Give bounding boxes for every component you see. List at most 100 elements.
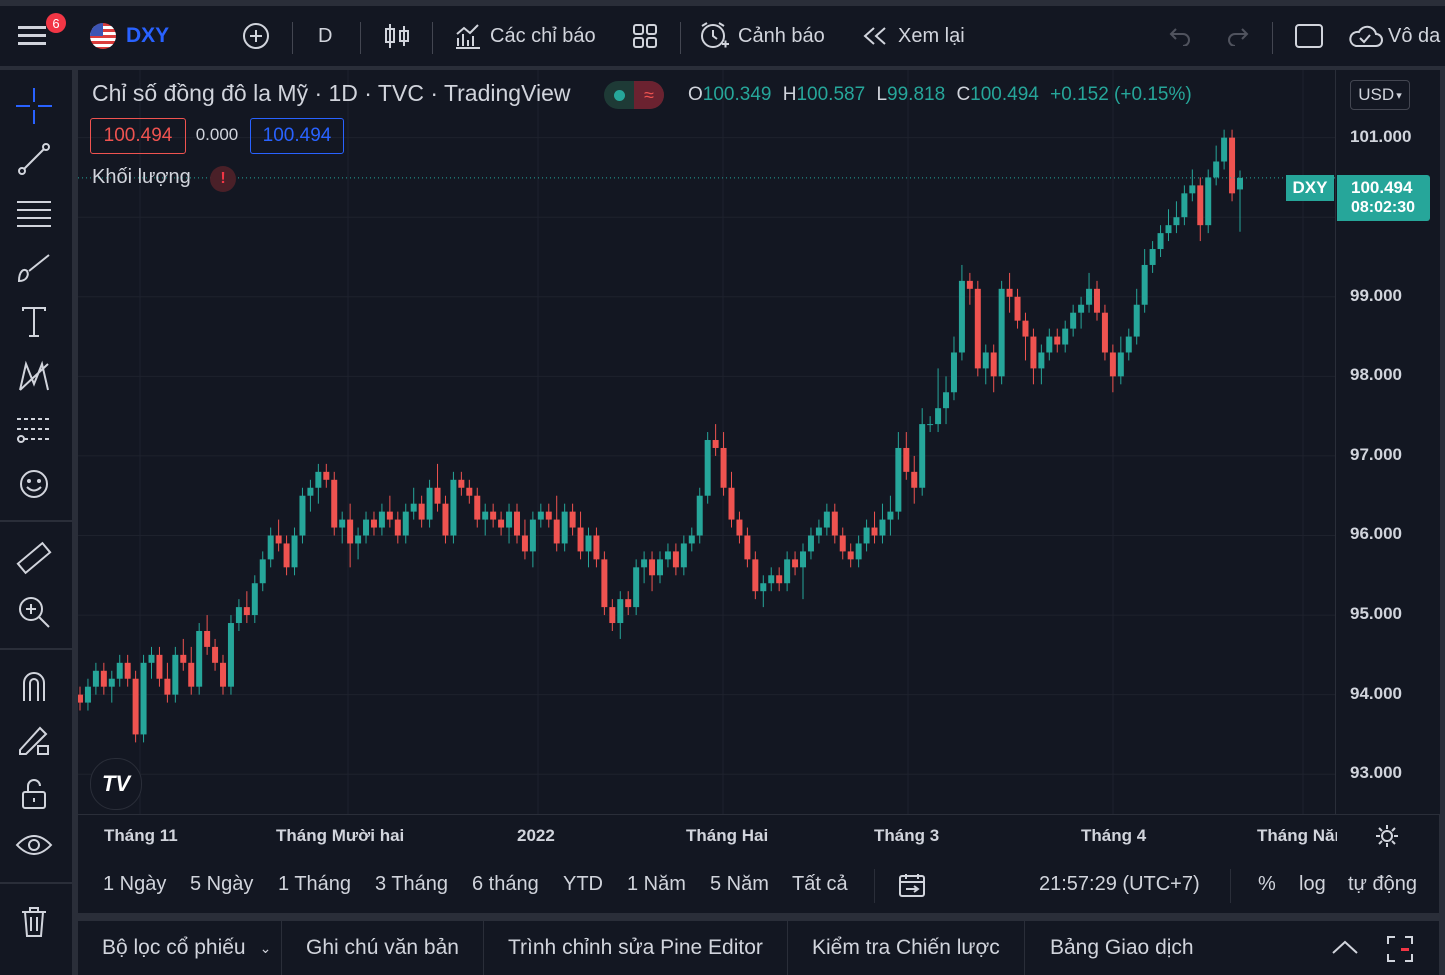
auto-scale-button[interactable]: tự động <box>1348 873 1417 896</box>
candle-body <box>1078 304 1085 313</box>
candle-body <box>513 511 520 536</box>
emoji-icon[interactable] <box>12 462 56 506</box>
candle <box>100 662 107 695</box>
timezone-clock[interactable]: 21:57:29 (UTC+7) <box>1039 873 1200 896</box>
settings-gear-icon[interactable] <box>1374 823 1400 849</box>
replay-button[interactable]: Xem lại <box>862 6 965 66</box>
tradingview-logo-icon[interactable]: TV <box>90 758 142 810</box>
candle <box>553 495 560 552</box>
time-axis[interactable]: Tháng 11 Tháng Mười hai 2022 Tháng Hai T… <box>78 814 1439 857</box>
compare-symbol-icon[interactable] <box>242 6 270 66</box>
tab-stock-screener[interactable]: Bộ lọc cổ phiếu ⌄ <box>102 921 271 975</box>
range-ytd-button[interactable]: YTD <box>563 873 603 896</box>
alerts-button[interactable]: Cảnh báo <box>698 6 825 66</box>
save-cloud-button[interactable]: Vô da <box>1346 6 1440 66</box>
trash-icon[interactable] <box>12 900 56 944</box>
candles-chart-type-icon[interactable] <box>384 6 410 66</box>
candle <box>267 527 274 568</box>
candle <box>1046 328 1053 361</box>
eye-icon[interactable] <box>12 826 56 870</box>
candle-body <box>220 662 227 687</box>
candle <box>212 638 219 671</box>
tab-text-notes[interactable]: Ghi chú văn bản <box>306 921 459 975</box>
candle-body <box>482 511 489 520</box>
candle-body <box>855 543 862 560</box>
candle <box>299 487 306 544</box>
candle-body <box>577 527 584 552</box>
candle-body <box>140 662 147 735</box>
chart-pane[interactable]: Chỉ số đồng đô la Mỹ · 1D · TVC · Tradin… <box>78 70 1335 814</box>
log-scale-button[interactable]: log <box>1299 873 1326 896</box>
range-all-button[interactable]: Tất cả <box>792 873 848 896</box>
tab-strategy-tester[interactable]: Kiểm tra Chiến lược <box>812 921 1000 975</box>
candle <box>672 543 679 576</box>
fullscreen-icon[interactable] <box>1294 6 1324 66</box>
date-range-bar: 1 Ngày 5 Ngày 1 Tháng 3 Tháng 6 tháng YT… <box>78 857 1439 913</box>
range-1m-button[interactable]: 1 Tháng <box>278 873 351 896</box>
candle <box>760 575 767 608</box>
buy-price-button[interactable]: 100.494 <box>250 118 344 154</box>
candle <box>1205 169 1212 234</box>
candle <box>124 654 131 687</box>
tab-pine-editor[interactable]: Trình chỉnh sửa Pine Editor <box>508 921 763 975</box>
crosshair-icon[interactable] <box>12 84 56 128</box>
range-3m-button[interactable]: 3 Tháng <box>375 873 448 896</box>
candle-body <box>458 479 465 488</box>
magnet-icon[interactable] <box>12 664 56 708</box>
candle-body <box>958 280 965 353</box>
range-1d-button[interactable]: 1 Ngày <box>103 873 166 896</box>
candle-body <box>1237 177 1243 190</box>
brush-icon[interactable] <box>12 246 56 290</box>
undo-icon[interactable] <box>1168 6 1192 66</box>
candle <box>768 567 775 592</box>
volume-warning-icon[interactable]: ! <box>210 166 236 192</box>
indicators-label: Các chỉ báo <box>490 24 596 47</box>
currency-button[interactable]: USD ▾ <box>1350 80 1410 110</box>
trend-line-icon[interactable] <box>12 137 56 181</box>
range-5d-button[interactable]: 5 Ngày <box>190 873 253 896</box>
candle-body <box>108 678 115 687</box>
open-value: 100.349 <box>702 84 772 105</box>
fib-retracement-icon[interactable] <box>12 192 56 236</box>
candle-body <box>1189 185 1196 194</box>
menu-icon[interactable] <box>18 6 48 66</box>
candle <box>291 527 298 576</box>
range-5y-button[interactable]: 5 Năm <box>710 873 769 896</box>
candle <box>1189 169 1196 202</box>
candle <box>736 511 743 544</box>
redo-icon[interactable] <box>1226 6 1250 66</box>
market-status-toggle[interactable]: ≈ <box>604 81 664 109</box>
price-tick: 101.000 <box>1350 126 1412 146</box>
interval-button[interactable]: D <box>318 6 332 66</box>
time-tick: Tháng Mười hai <box>276 826 405 845</box>
candle <box>355 527 362 560</box>
text-tool-icon[interactable] <box>12 300 56 344</box>
lock-drawing-pencil-icon[interactable] <box>12 718 56 762</box>
indicators-button[interactable]: Các chỉ báo <box>454 6 596 66</box>
candle-body <box>760 583 767 592</box>
zoom-in-icon[interactable] <box>12 590 56 634</box>
candlestick-chart <box>78 70 1335 814</box>
candle <box>609 599 616 631</box>
pattern-icon[interactable] <box>12 354 56 398</box>
maximize-panel-icon[interactable] <box>1386 935 1414 963</box>
candle-body <box>688 535 695 544</box>
candle <box>156 646 163 687</box>
prediction-icon[interactable] <box>12 408 56 452</box>
symbol-search-button[interactable]: DXY <box>90 6 169 66</box>
go-to-date-icon[interactable] <box>898 872 926 898</box>
candle <box>180 638 187 671</box>
unlock-icon[interactable] <box>12 772 56 816</box>
candle <box>1078 296 1085 329</box>
ruler-icon[interactable] <box>12 536 56 580</box>
tab-trading-panel[interactable]: Bảng Giao dịch <box>1050 921 1194 975</box>
range-6m-button[interactable]: 6 tháng <box>472 873 539 896</box>
percent-scale-button[interactable]: % <box>1258 873 1276 896</box>
chevron-up-icon[interactable] <box>1330 937 1360 957</box>
sell-price-button[interactable]: 100.494 <box>90 118 186 154</box>
chevron-down-icon: ⌄ <box>259 939 272 956</box>
range-1y-button[interactable]: 1 Năm <box>627 873 686 896</box>
layouts-icon[interactable] <box>632 6 658 66</box>
indicators-icon <box>456 24 480 49</box>
save-label: Vô da <box>1388 24 1441 47</box>
